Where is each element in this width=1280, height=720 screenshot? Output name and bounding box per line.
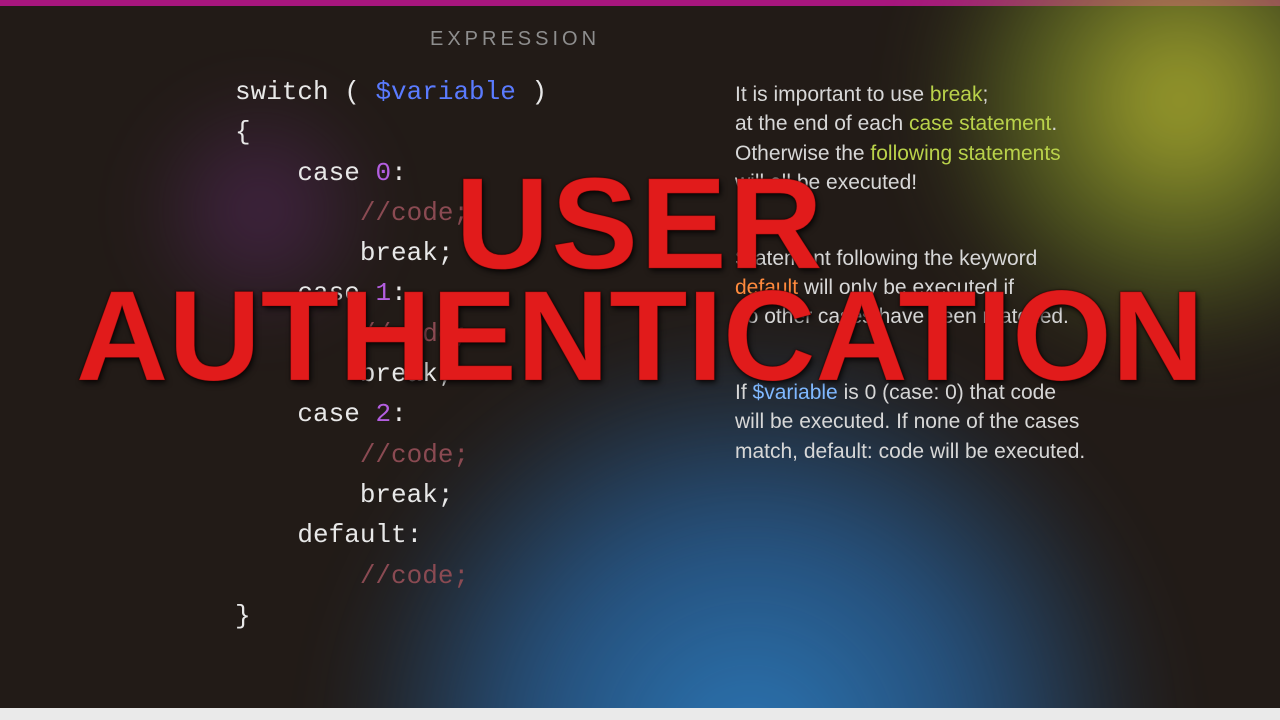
note-case-keyword: case statement (909, 112, 1051, 135)
brace-close: } (235, 601, 251, 631)
expression-label: EXPRESSION (430, 28, 600, 51)
note-paragraph-3: If $variable is 0 (case: 0) that code wi… (735, 378, 1205, 466)
close-paren: ) (516, 77, 547, 107)
note-text: Otherwise the (735, 142, 870, 165)
note-following-keyword: following statements (870, 142, 1060, 165)
break-2: break; (360, 480, 454, 510)
break-1: break; (360, 359, 454, 389)
note-text: at the end of each (735, 112, 909, 135)
note-text: ; (982, 83, 988, 106)
code-comment-default: //code; (360, 561, 469, 591)
case-keyword-1: case (297, 278, 359, 308)
note-text: no other cases have been matched. (735, 305, 1069, 328)
note-text: will be executed. If none of the cases (735, 410, 1079, 433)
code-comment-1: //code; (360, 319, 469, 349)
colon-0: : (391, 158, 407, 188)
case-0-num: 0 (375, 158, 391, 188)
colon-2: : (391, 399, 407, 429)
note-text: . (1051, 112, 1057, 135)
colon-default: : (407, 520, 423, 550)
note-text: will all be executed! (735, 171, 917, 194)
note-text: It is important to use (735, 83, 930, 106)
case-1-num: 1 (375, 278, 391, 308)
note-default-keyword: default (735, 276, 798, 299)
note-text: Statement following the keyword (735, 247, 1037, 270)
case-keyword-0: case (297, 158, 359, 188)
note-text: will only be executed if (798, 276, 1014, 299)
variable-token: $variable (375, 77, 515, 107)
slide-canvas: EXPRESSION switch ( $variable ) { case 0… (0, 0, 1280, 720)
bottom-accent-bar (0, 708, 1280, 720)
note-text: is 0 (case: 0) that code (838, 381, 1056, 404)
case-2-num: 2 (375, 399, 391, 429)
default-keyword: default (297, 520, 406, 550)
case-keyword-2: case (297, 399, 359, 429)
note-variable-keyword: $variable (753, 381, 838, 404)
note-text: If (735, 381, 753, 404)
code-snippet: switch ( $variable ) { case 0: //code; b… (235, 72, 547, 636)
open-paren: ( (329, 77, 376, 107)
note-paragraph-2: Statement following the keyword default … (735, 244, 1205, 332)
explanation-notes: It is important to use break; at the end… (735, 80, 1205, 512)
code-comment-2: //code; (360, 440, 469, 470)
brace-open: { (235, 117, 251, 147)
note-break-keyword: break (930, 83, 983, 106)
note-text: match, default: code will be executed. (735, 440, 1085, 463)
break-0: break; (360, 238, 454, 268)
note-paragraph-1: It is important to use break; at the end… (735, 80, 1205, 198)
code-comment-0: //code; (360, 198, 469, 228)
colon-1: : (391, 278, 407, 308)
top-accent-bar (0, 0, 1280, 6)
switch-keyword: switch (235, 77, 329, 107)
